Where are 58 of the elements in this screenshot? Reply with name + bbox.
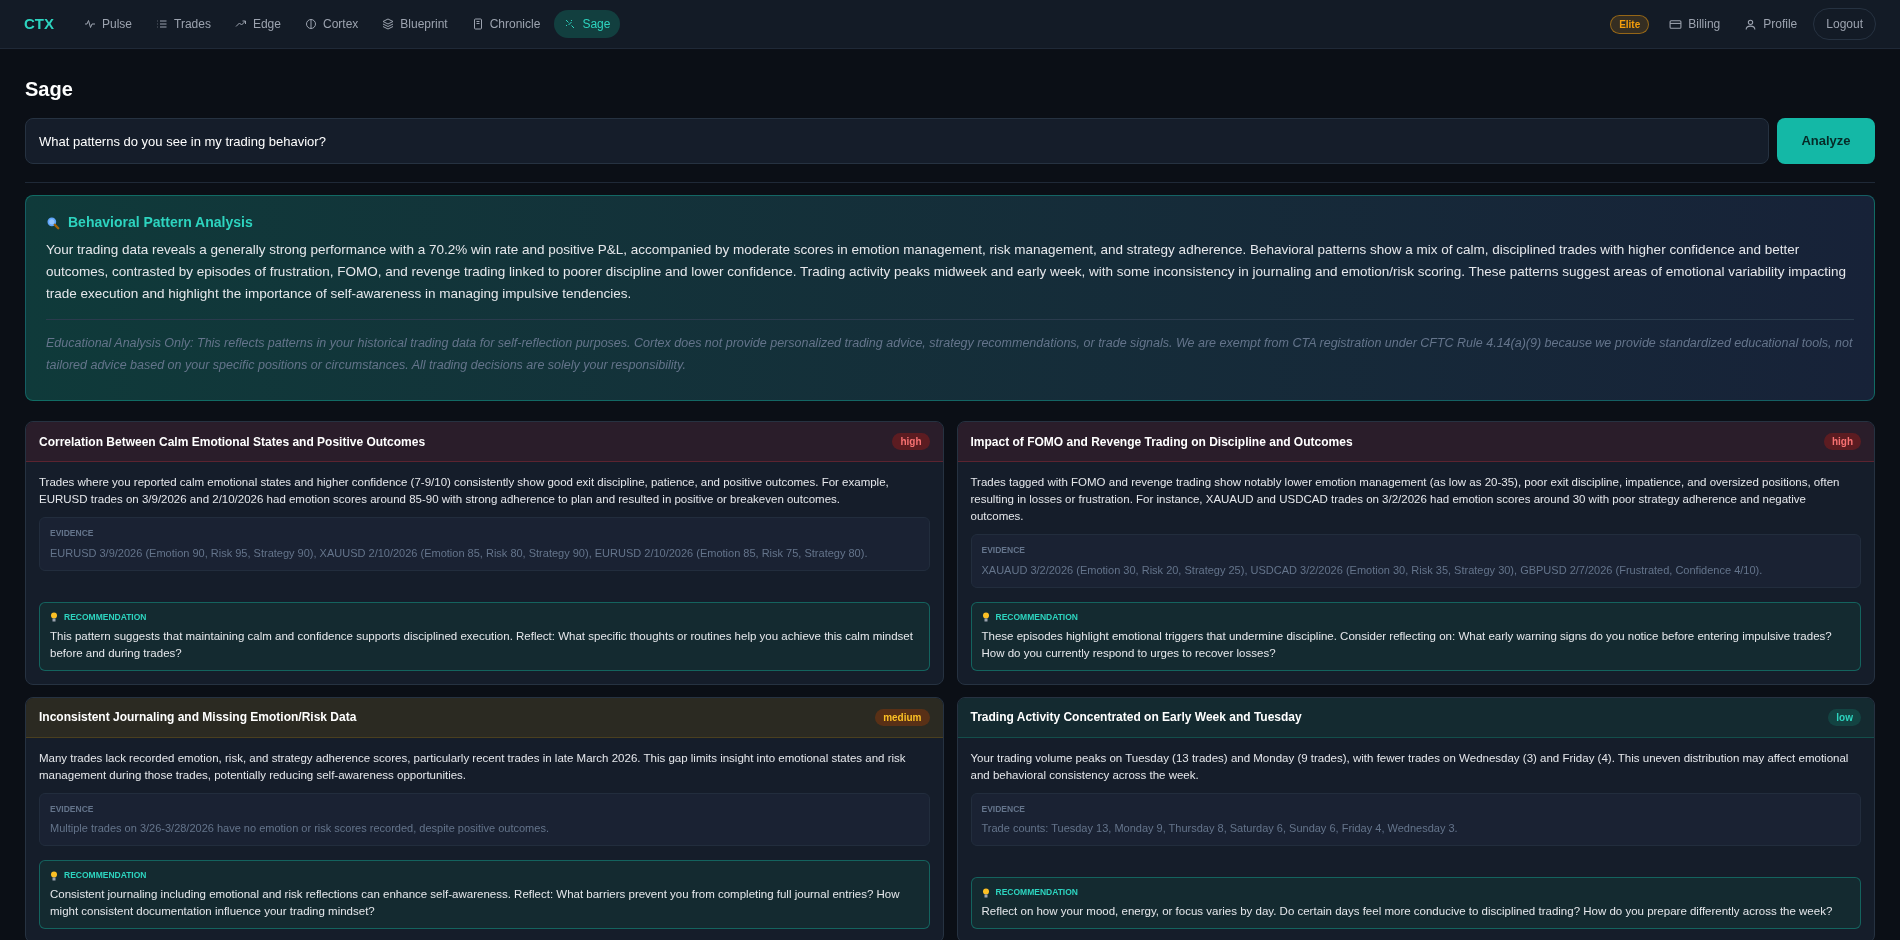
analysis-title: Behavioral Pattern Analysis	[68, 213, 253, 232]
page-title: Sage	[25, 77, 74, 102]
layers-icon	[382, 18, 395, 30]
recommendation-text: These episodes highlight emotional triggers that undermine discipline. Consider reflecting on: What early warning signs do you notice before entering impulsive trades? How do you currently respond to urges to recover losses?	[981, 628, 1833, 661]
analyze-button[interactable]: Analyze	[1777, 118, 1875, 164]
evidence-label: EVIDENCE	[981, 802, 1026, 816]
nav-tab[interactable]: Trades	[146, 10, 221, 38]
notebook-icon	[471, 18, 484, 30]
lightbulb-icon	[50, 870, 58, 881]
disclaimer-text: Educational Analysis Only: This reflects patterns in your historical trading data for self-reflection purposes. Cortex does not provide personalized trading advice, strategy recommendations, or trade signals. We are exempt from CTA registration under CFTC Rule 4.14(a)(9) because we provide standardized educational tools, not tailored advice based on your specific positions or circumstances. All trading decisions are solely your responsibility.	[46, 335, 1854, 374]
billing-link[interactable]: Billing	[1661, 11, 1729, 37]
recommendation-label: RECOMMENDATION	[64, 869, 147, 882]
recommendation-text: Consistent journaling including emotional and risk reflections can enhance self-awareness. Reflect: What barriers prevent you from completing full journal entries? How might consistent documentation influence your trading mindset?	[50, 887, 901, 919]
pattern-description: Trades where you reported calm emotional states and higher confidence (7-9/10) consistently show good exit discipline, patience, and positive outcomes. For example, EURUSD trades on 3/9/2026 and 2/10/2026 had emotion scores around 85-90 with strong adherence to plan and resulted in positive or breakeven outcomes.	[39, 475, 890, 507]
wand-icon	[564, 18, 577, 30]
severity-badge: high	[892, 433, 930, 450]
nav-tab[interactable]: Blueprint	[372, 10, 458, 38]
question-input[interactable]: What patterns do you see in my trading behavior?	[25, 118, 1769, 164]
evidence-label: EVIDENCE	[50, 527, 95, 540]
analysis-summary: Your trading data reveals a generally strong performance with a 70.2% win rate and positive P&L, accompanied by moderate scores in emotion management, risk management, and strategy adherence. Behavioral patterns show a mix of calm, disciplined trades with higher confidence and better outcomes, contrasted by episodes of frustration, FOMO, and revenge trading linked to poorer discipline and lower confidence. Trading activity peaks midweek and early week, with some inconsistency in journaling and emotion/risk scoring. These patterns suggest areas of emotional variability impacting trade execution and highlight the importance of self-awareness in managing impulsive tendencies.	[46, 241, 1847, 303]
card-title: Impact of FOMO and Revenge Trading on Discipline and Outcomes	[970, 433, 1353, 451]
recommendation-text: Reflect on how your mood, energy, or focus varies by day. Do certain days feel more conducive to disciplined trading? How do you prepare differently across the week?	[981, 904, 1834, 919]
pattern-description: Your trading volume peaks on Tuesday (13 trades) and Monday (9 trades), with fewer trades on Wednesday (3) and Friday (4). This uneven distribution may affect emotional and behavioral consistency across the week.	[970, 750, 1850, 783]
evidence-text: Trade counts: Tuesday 13, Monday 9, Thursday 8, Saturday 6, Sunday 6, Friday 4, Wednesday 3.	[981, 821, 1459, 837]
evidence-label: EVIDENCE	[50, 802, 95, 816]
pattern-description: Many trades lack recorded emotion, risk, and strategy adherence scores, particularly recent trades in late March 2026. This gap limits insight into emotional states and risk management during those trades, potentially reducing self-awareness opportunities.	[39, 750, 907, 783]
severity-badge: medium	[875, 708, 930, 726]
severity-badge: high	[1823, 433, 1861, 450]
nav-tab[interactable]: Edge	[224, 10, 291, 38]
evidence-label: EVIDENCE	[981, 544, 1026, 557]
lightbulb-icon	[981, 887, 990, 898]
pattern-description: Trades tagged with FOMO and revenge trading show notably lower emotion management (as low as 20-35), poor exit discipline, impatience, and oversized positions, often resulting in losses or frustration. For instance, XAUAUD and USDCAD trades on 3/2/2026 had emotion scores around 30 with poor strategy adherence and negative outcomes.	[970, 475, 1841, 524]
evidence-text: XAUAUD 3/2/2026 (Emotion 30, Risk 20, Strategy 25), USDCAD 3/2/2026 (Emotion 30, Risk 35, Strategy 30), GBPUSD 2/7/2026 (Frustrated, Confidence 4/10).	[981, 562, 1764, 578]
plan-badge: Elite	[1610, 14, 1650, 34]
severity-badge: low	[1828, 708, 1861, 726]
lightbulb-icon	[50, 612, 58, 623]
pulse-icon	[84, 18, 96, 30]
profile-link[interactable]: Profile	[1736, 11, 1806, 37]
recommendation-label: RECOMMENDATION	[995, 886, 1078, 899]
trend-line-icon	[234, 18, 247, 30]
lightbulb-icon	[981, 612, 990, 623]
recommendation-label: RECOMMENDATION	[64, 610, 147, 624]
recommendation-label: RECOMMENDATION	[995, 610, 1078, 624]
nav-tab[interactable]: Pulse	[74, 10, 143, 38]
recommendation-text: This pattern suggests that maintaining calm and confidence supports disciplined execution. Reflect: What specific thoughts or routines help you achieve this calm mindset before and during trades?	[50, 628, 914, 661]
card-title: Correlation Between Calm Emotional States and Positive Outcomes	[39, 433, 426, 451]
card-title: Inconsistent Journaling and Missing Emotion/Risk Data	[39, 709, 357, 726]
user-icon	[1744, 17, 1758, 31]
circle-icon	[304, 18, 317, 30]
nav-tab[interactable]: Sage	[554, 10, 621, 38]
search-icon	[46, 215, 60, 230]
evidence-text: Multiple trades on 3/26-3/28/2026 have no emotion or risk scores recorded, despite positive outcomes.	[50, 821, 550, 837]
card-title: Trading Activity Concentrated on Early Week and Tuesday	[970, 709, 1302, 726]
nav-tab[interactable]: Cortex	[294, 10, 369, 38]
evidence-text: EURUSD 3/9/2026 (Emotion 90, Risk 95, Strategy 90), XAUUSD 2/10/2026 (Emotion 85, Risk 80, Strategy 90), EURUSD 2/10/2026 (Emotion 85, Risk 75, Strategy 80).	[50, 545, 869, 561]
app-logo[interactable]: CTX	[24, 12, 54, 36]
credit-card-icon	[1669, 17, 1683, 31]
nav-tab[interactable]: Chronicle	[461, 10, 551, 38]
